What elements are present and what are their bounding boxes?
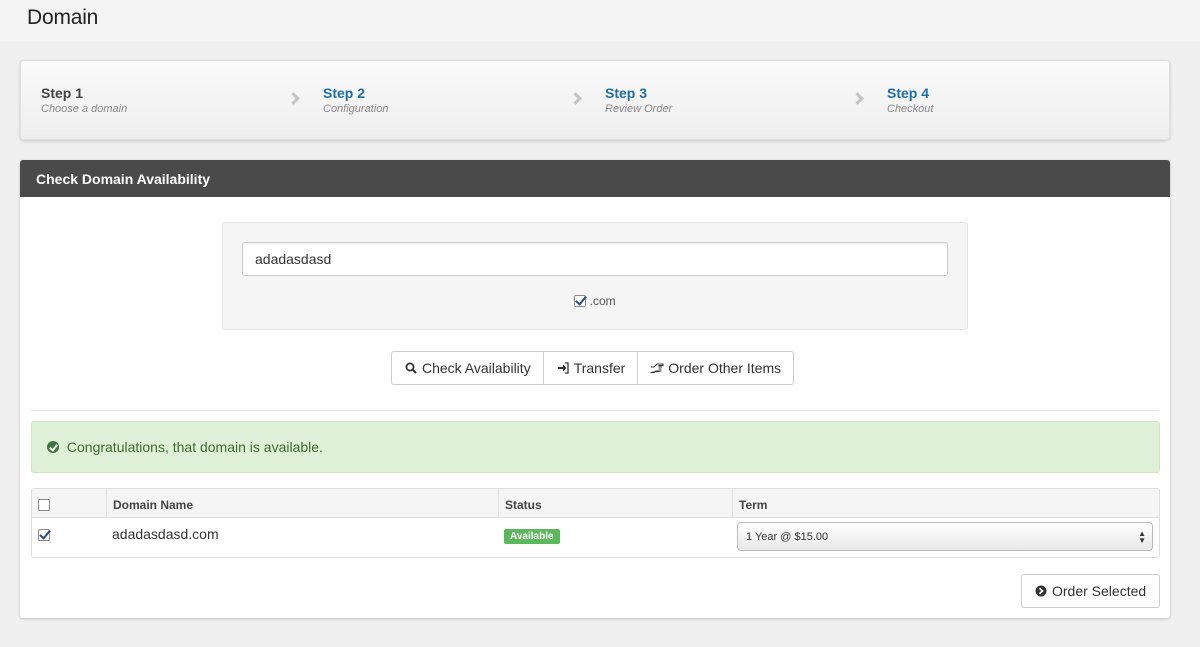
select-all-cell bbox=[32, 489, 106, 518]
check-circle-icon bbox=[47, 441, 59, 453]
step-1-title: Step 1 bbox=[41, 85, 84, 101]
chevron-right-icon bbox=[851, 92, 864, 105]
page-header: Domain bbox=[0, 0, 1200, 41]
search-icon bbox=[404, 361, 418, 375]
transfer-button[interactable]: Transfer bbox=[542, 351, 639, 385]
chevron-right-icon bbox=[569, 92, 582, 105]
step-1-subtitle: Choose a domain bbox=[41, 103, 128, 115]
check-availability-button[interactable]: Check Availability bbox=[391, 351, 544, 385]
row-status-cell: Available bbox=[498, 518, 566, 552]
order-selected-label: Order Selected bbox=[1052, 583, 1147, 599]
step-2-subtitle: Configuration bbox=[323, 103, 389, 115]
column-domain-name: Domain Name bbox=[106, 489, 498, 518]
step-2-title[interactable]: Step 2 bbox=[323, 85, 388, 101]
term-select[interactable]: 1 Year @ $15.00 ▲ ▼ bbox=[737, 522, 1153, 551]
step-3-title[interactable]: Step 3 bbox=[605, 85, 672, 101]
table-header: Domain Name Status Term bbox=[32, 489, 1159, 518]
order-other-items-label: Order Other Items bbox=[668, 360, 782, 376]
page-title: Domain bbox=[27, 6, 99, 29]
hand-pointer-icon bbox=[650, 361, 664, 375]
domain-search-input[interactable] bbox=[242, 242, 948, 276]
tld-com-label: .com bbox=[589, 294, 616, 308]
order-selected-button[interactable]: Order Selected bbox=[1021, 574, 1160, 608]
domain-availability-panel: Check Domain Availability .com Check Ava… bbox=[20, 160, 1170, 618]
tld-option: .com bbox=[223, 294, 967, 308]
availability-alert-text: Congratulations, that domain is availabl… bbox=[66, 439, 323, 455]
select-all-checkbox[interactable] bbox=[38, 499, 50, 511]
step-4-title[interactable]: Step 4 bbox=[887, 85, 933, 101]
panel-heading: Check Domain Availability bbox=[20, 160, 1170, 197]
step-3[interactable]: Step 3 Review Order bbox=[605, 85, 672, 115]
transfer-label: Transfer bbox=[573, 360, 626, 376]
divider bbox=[31, 410, 1159, 411]
select-arrows-icon: ▲ ▼ bbox=[1138, 529, 1146, 545]
order-steps: Step 1 Choose a domain Step 2 Configurat… bbox=[20, 60, 1170, 140]
row-domain-name: adadasdasd.com bbox=[112, 526, 219, 542]
step-4-subtitle: Checkout bbox=[887, 103, 934, 115]
term-select-value: 1 Year @ $15.00 bbox=[746, 531, 829, 543]
step-1: Step 1 Choose a domain bbox=[41, 85, 127, 115]
search-well: .com bbox=[222, 222, 968, 330]
column-status: Status bbox=[498, 489, 732, 518]
step-2[interactable]: Step 2 Configuration bbox=[323, 85, 388, 115]
table-row: adadasdasd.com Available 1 Year @ $15.00… bbox=[32, 518, 1159, 557]
tld-com-checkbox[interactable] bbox=[574, 295, 587, 307]
domain-results-table: Domain Name Status Term adadasdasd.com A… bbox=[31, 488, 1160, 558]
sign-in-icon bbox=[556, 361, 570, 375]
step-4[interactable]: Step 4 Checkout bbox=[887, 85, 933, 115]
row-select-cell bbox=[32, 518, 56, 550]
action-button-group: Check Availability Transfer Order Other … bbox=[391, 351, 795, 385]
step-3-subtitle: Review Order bbox=[605, 103, 673, 115]
status-badge: Available bbox=[504, 529, 560, 544]
chevron-right-icon bbox=[287, 92, 300, 105]
arrow-circle-right-icon bbox=[1034, 584, 1048, 598]
check-availability-label: Check Availability bbox=[422, 360, 531, 376]
availability-alert: Congratulations, that domain is availabl… bbox=[31, 421, 1160, 473]
column-term: Term bbox=[732, 489, 1159, 518]
order-other-items-button[interactable]: Order Other Items bbox=[637, 351, 795, 385]
row-select-checkbox[interactable] bbox=[38, 529, 50, 541]
